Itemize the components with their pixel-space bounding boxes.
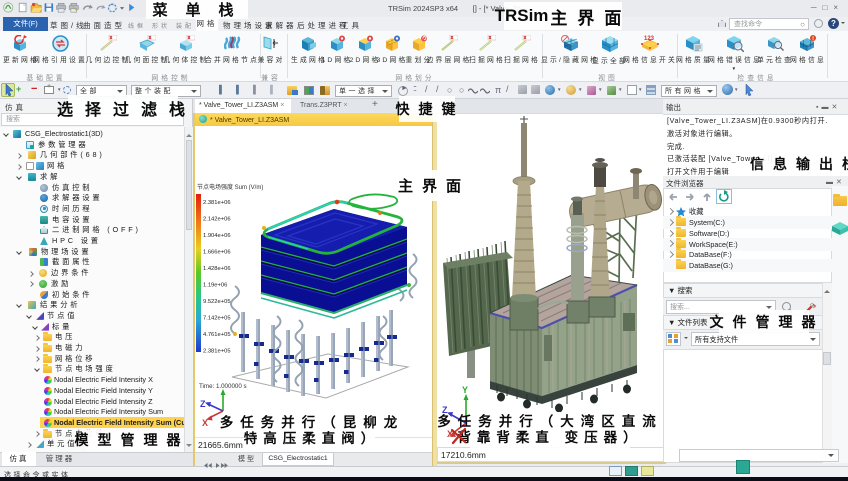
svg-text:9.522e+05: 9.522e+05 [203, 299, 231, 305]
svg-text:Time: 1.000000 s: Time: 1.000000 s [199, 383, 247, 390]
svg-text:1.666e+06: 1.666e+06 [203, 250, 231, 256]
svg-text:1.19e+06: 1.19e+06 [203, 283, 227, 289]
svg-text:Y: Y [462, 385, 468, 395]
svg-text:Z: Z [200, 399, 206, 409]
svg-text:2.381e+05: 2.381e+05 [203, 349, 231, 355]
svg-text:2.381e+06: 2.381e+06 [203, 200, 231, 206]
svg-text:2.142e+06: 2.142e+06 [203, 217, 231, 223]
svg-text:1.428e+06: 1.428e+06 [203, 266, 231, 272]
svg-text:节点电场强度 Sum (V/m): 节点电场强度 Sum (V/m) [197, 183, 263, 191]
svg-text:4.761e+05: 4.761e+05 [203, 332, 231, 338]
svg-text:X: X [202, 418, 208, 428]
svg-text:1.904e+06: 1.904e+06 [203, 233, 231, 239]
svg-text:7.142e+05: 7.142e+05 [203, 316, 231, 322]
